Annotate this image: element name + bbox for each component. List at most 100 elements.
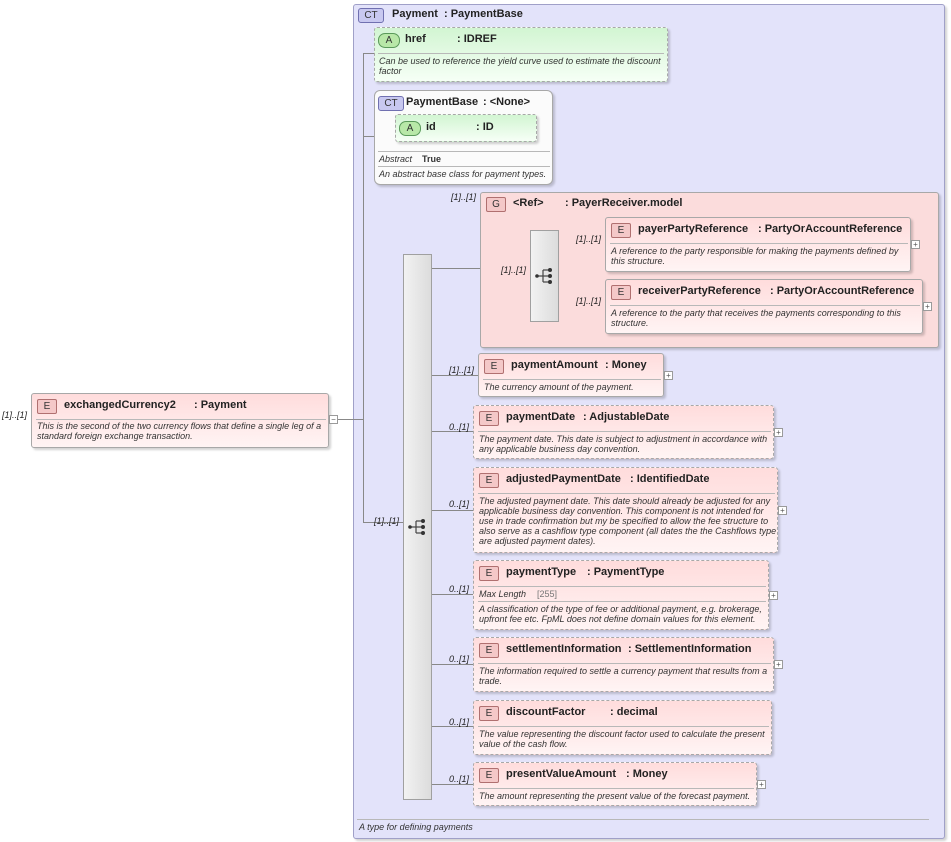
href-attribute-box[interactable]: A href : IDREF Can be used to reference …: [374, 27, 668, 82]
payment-amount-box[interactable]: E paymentAmount : Money The currency amo…: [478, 353, 664, 397]
element-description: The value representing the discount fact…: [479, 729, 765, 749]
abstract-value: True: [422, 154, 442, 164]
element-description: The amount representing the present valu…: [479, 791, 751, 801]
complex-type-type: : PaymentBase: [444, 8, 523, 20]
connector: [363, 136, 374, 137]
root-element-description: This is the second of the two currency f…: [37, 421, 322, 441]
element-name: settlementInformation: [506, 643, 622, 655]
element-name: paymentAmount: [511, 359, 598, 371]
element-badge: E: [479, 566, 499, 581]
root-element-type: : Payment: [194, 399, 247, 411]
root-element-name: exchangedCurrency2: [64, 399, 176, 411]
element-badge: E: [611, 285, 631, 300]
element-badge: E: [479, 768, 499, 783]
root-element-box[interactable]: E exchangedCurrency2 : Payment This is t…: [31, 393, 329, 448]
expand-icon[interactable]: +: [911, 240, 920, 249]
sequence-icon: [408, 519, 425, 535]
receiver-name: receiverPartyReference: [638, 285, 761, 297]
connector: [363, 53, 374, 54]
element-type: : PaymentType: [587, 566, 665, 578]
element-description: The currency amount of the payment.: [484, 382, 634, 392]
connector: [363, 53, 364, 523]
connector: [432, 268, 480, 269]
complex-type-badge: CT: [378, 96, 404, 111]
payment-base-box[interactable]: CT PaymentBase : <None> A id : ID Abstra…: [374, 90, 553, 185]
element-type: : Money: [626, 768, 668, 780]
expand-icon[interactable]: +: [757, 780, 766, 789]
element-multiplicity: [1]..[1]: [449, 365, 475, 375]
element-name: adjustedPaymentDate: [506, 473, 621, 485]
discount-factor-box[interactable]: E discountFactor : decimal The value rep…: [473, 700, 772, 755]
facet-label: Max Length: [479, 589, 527, 599]
element-name: discountFactor: [506, 706, 586, 718]
element-type: : decimal: [610, 706, 658, 718]
payment-base-name: PaymentBase: [406, 96, 479, 108]
receiver-multiplicity: [1]..[1]: [576, 296, 602, 306]
element-description: The information required to settle a cur…: [479, 666, 768, 686]
element-badge: E: [479, 706, 499, 721]
payer-description: A reference to the party responsible for…: [611, 246, 899, 266]
element-badge: E: [611, 223, 631, 238]
expand-icon[interactable]: +: [923, 302, 932, 311]
element-multiplicity: 0..[1]: [449, 774, 470, 784]
payer-type: : PartyOrAccountReference: [758, 223, 903, 235]
element-description: A classification of the type of fee or a…: [479, 604, 762, 624]
payment-date-box[interactable]: E paymentDate : AdjustableDate The payme…: [473, 405, 774, 459]
settlement-information-box[interactable]: E settlementInformation : SettlementInfo…: [473, 637, 774, 692]
element-badge: E: [479, 473, 499, 488]
href-description: Can be used to reference the yield curve…: [379, 56, 661, 76]
element-badge: E: [484, 359, 504, 374]
href-type: : IDREF: [457, 33, 497, 45]
footer-separator: [357, 819, 929, 820]
id-attribute-box[interactable]: A id : ID: [395, 114, 537, 142]
element-multiplicity: 0..[1]: [449, 499, 470, 509]
complex-type-footer: A type for defining payments: [359, 822, 473, 832]
payment-type-box[interactable]: E paymentType : PaymentType Max Length […: [473, 560, 769, 630]
root-multiplicity: [1]..[1]: [2, 410, 28, 420]
connector: [432, 664, 473, 665]
payer-party-reference-box[interactable]: E payerPartyReference : PartyOrAccountRe…: [605, 217, 911, 272]
group-multiplicity: [1]..[1]: [451, 192, 477, 202]
receiver-party-reference-box[interactable]: E receiverPartyReference : PartyOrAccoun…: [605, 279, 923, 334]
element-badge: E: [37, 399, 57, 414]
expand-icon[interactable]: +: [774, 428, 783, 437]
present-value-amount-box[interactable]: E presentValueAmount : Money The amount …: [473, 762, 757, 806]
group-type: : PayerReceiver.model: [565, 197, 683, 209]
element-type: : SettlementInformation: [628, 643, 752, 655]
element-description: The payment date. This date is subject t…: [479, 434, 768, 454]
expand-icon[interactable]: +: [664, 371, 673, 380]
facet-value: [255]: [537, 589, 558, 599]
attribute-badge: A: [378, 33, 400, 48]
element-name: presentValueAmount: [506, 768, 617, 780]
element-name: paymentDate: [506, 411, 576, 423]
connector: [432, 510, 473, 511]
group-badge: G: [486, 197, 506, 212]
element-multiplicity: 0..[1]: [449, 654, 470, 664]
connector: [432, 594, 473, 595]
connector: [432, 375, 478, 376]
element-multiplicity: 0..[1]: [449, 717, 470, 727]
element-type: : IdentifiedDate: [630, 473, 710, 485]
group-sequence-multiplicity: [1]..[1]: [501, 265, 527, 275]
expand-icon[interactable]: +: [774, 660, 783, 669]
element-name: paymentType: [506, 566, 577, 578]
element-type: : Money: [605, 359, 647, 371]
href-name: href: [405, 33, 426, 45]
adjusted-payment-date-box[interactable]: E adjustedPaymentDate : IdentifiedDate T…: [473, 467, 778, 553]
payer-multiplicity: [1]..[1]: [576, 234, 602, 244]
payment-base-type: : <None>: [483, 96, 531, 108]
complex-type-name: Payment: [392, 8, 438, 20]
main-sequence-multiplicity: [1]..[1]: [374, 516, 400, 526]
expand-icon[interactable]: +: [769, 591, 778, 600]
collapse-icon[interactable]: −: [329, 415, 338, 424]
payer-name: payerPartyReference: [638, 223, 749, 235]
element-type: : AdjustableDate: [583, 411, 670, 423]
expand-icon[interactable]: +: [778, 506, 787, 515]
payment-base-description: An abstract base class for payment types…: [379, 169, 547, 179]
element-description: The adjusted payment date. This date sho…: [479, 496, 777, 546]
group-name: <Ref>: [513, 197, 544, 209]
receiver-type: : PartyOrAccountReference: [770, 285, 915, 297]
receiver-description: A reference to the party that receives t…: [611, 308, 901, 328]
attribute-badge: A: [399, 121, 421, 136]
element-multiplicity: 0..[1]: [449, 584, 470, 594]
